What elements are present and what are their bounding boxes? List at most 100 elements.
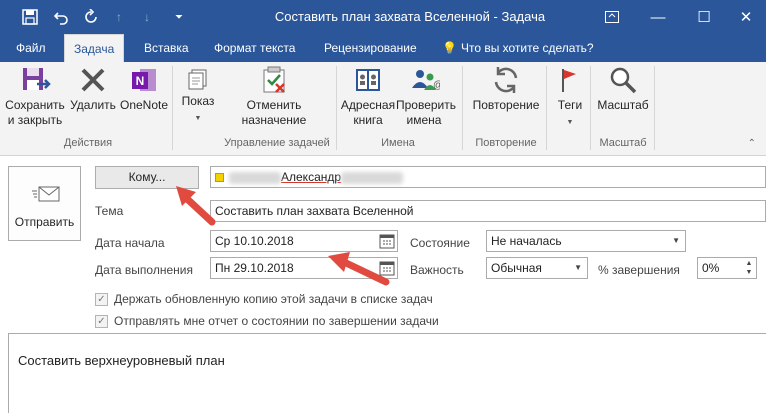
show-button[interactable]: Показ ▼ — [176, 64, 220, 126]
cancel-assignment-icon — [263, 66, 285, 93]
send-report-checkbox-row[interactable]: ✓ Отправлять мне отчет о состоянии по за… — [95, 313, 439, 329]
collapse-ribbon-icon[interactable]: ⌃ — [748, 138, 756, 149]
annotation-arrow-due-date — [328, 252, 390, 286]
window-title: Составить план захвата Вселенной - Задач… — [274, 9, 546, 24]
send-button[interactable]: Отправить — [8, 166, 81, 241]
redacted-text — [341, 171, 404, 184]
onenote-label: OneNote — [119, 98, 169, 112]
recurrence-label: Повторение — [472, 98, 540, 112]
ribbon-separator — [546, 66, 547, 150]
onenote-button[interactable]: N OneNote — [118, 64, 170, 113]
priority-label: Важность — [410, 263, 464, 277]
status-value: Не началась — [491, 234, 562, 248]
percent-complete-field[interactable]: 0% ▲ ▼ — [697, 257, 757, 279]
status-label: Состояние — [410, 236, 470, 250]
subject-label: Тема — [95, 204, 124, 218]
group-recurrence-label: Повторение — [475, 137, 537, 149]
check-names-icon: @ — [412, 70, 440, 91]
send-label: Отправить — [14, 215, 75, 229]
send-report-label: Отправлять мне отчет о состоянии по заве… — [114, 314, 439, 328]
address-book-button[interactable]: Адресная книга — [340, 64, 396, 128]
group-manage-task-label: Управление задачей — [224, 137, 330, 149]
onenote-icon: N — [132, 69, 156, 91]
refresh-icon[interactable] — [80, 6, 102, 28]
flag-icon — [562, 69, 576, 92]
customize-chevron-icon[interactable]: ⏷ — [168, 6, 190, 28]
show-caret-icon: ▼ — [194, 115, 202, 122]
spin-down-icon[interactable]: ▼ — [743, 268, 755, 277]
to-value: Александр — [281, 170, 342, 184]
cancel-assignment-label-2: назначение — [241, 113, 307, 127]
subject-field[interactable]: Составить план захвата Вселенной — [210, 200, 766, 222]
tags-button[interactable]: Теги ▼ — [550, 64, 590, 130]
send-icon — [32, 186, 60, 202]
save-close-label-2: и закрыть — [7, 113, 63, 127]
task-body-editor[interactable] — [8, 333, 766, 413]
delete-button[interactable]: Удалить — [68, 64, 118, 113]
ribbon-separator — [590, 66, 591, 150]
address-book-label-2: книга — [353, 113, 383, 127]
save-close-icon — [23, 68, 51, 90]
arrow-up-icon[interactable]: ↑ — [108, 6, 130, 28]
tab-review[interactable]: Рецензирование — [322, 34, 419, 62]
calendar-icon[interactable] — [379, 233, 395, 249]
save-icon[interactable] — [19, 6, 41, 28]
check-names-label-1: Проверить — [396, 98, 457, 112]
percent-complete-value: 0% — [702, 261, 720, 275]
priority-value: Обычная — [491, 261, 542, 275]
keep-copy-checkbox-row[interactable]: ✓ Держать обновленную копию этой задачи … — [95, 291, 433, 307]
to-field[interactable]: Александр — [210, 166, 766, 188]
recurrence-button[interactable]: Повторение — [466, 64, 546, 113]
tell-me-search[interactable]: 💡 Что вы хотите сделать? — [440, 34, 596, 62]
close-button[interactable]: ✕ — [726, 0, 766, 34]
ribbon-display-button[interactable] — [592, 0, 632, 34]
title-bar: ↑ ↓ ⏷ Составить план захвата Вселенной -… — [0, 0, 766, 34]
zoom-button[interactable]: Масштаб — [594, 64, 652, 113]
ribbon: Сохранить и закрыть Удалить N OneNote Де… — [0, 62, 766, 156]
start-date-value: Ср 10.10.2018 — [215, 234, 294, 248]
group-actions-label: Действия — [63, 137, 113, 149]
status-dropdown-icon: ▼ — [672, 236, 680, 245]
group-zoom-label: Масштаб — [599, 137, 647, 149]
tab-insert[interactable]: Вставка — [142, 34, 191, 62]
delete-icon — [81, 68, 105, 92]
task-body-text: Составить верхнеуровневый план — [18, 353, 225, 368]
tab-file[interactable]: Файл — [14, 34, 48, 62]
svg-text:@: @ — [433, 80, 440, 91]
undo-icon[interactable] — [50, 6, 72, 28]
maximize-button[interactable]: ☐ — [684, 0, 724, 34]
start-date-label: Дата начала — [95, 236, 165, 250]
zoom-label: Масштаб — [597, 98, 649, 112]
tab-format-text[interactable]: Формат текста — [212, 34, 297, 62]
tags-caret-icon: ▼ — [566, 119, 574, 126]
delete-label: Удалить — [70, 98, 116, 112]
check-names-button[interactable]: @ Проверить имена — [396, 64, 456, 128]
address-book-label-1: Адресная — [340, 98, 396, 112]
send-report-checkbox[interactable]: ✓ — [95, 314, 108, 328]
ribbon-separator — [462, 66, 463, 150]
show-icon — [188, 69, 207, 90]
group-names-label: Имена — [381, 137, 415, 149]
show-label: Показ — [181, 94, 215, 108]
arrow-down-icon[interactable]: ↓ — [136, 6, 158, 28]
save-and-close-button[interactable]: Сохранить и закрыть — [4, 64, 66, 128]
ribbon-separator — [172, 66, 173, 150]
svg-text:N: N — [136, 74, 145, 88]
keep-copy-checkbox[interactable]: ✓ — [95, 292, 108, 306]
cancel-assignment-label-1: Отменить — [246, 98, 302, 112]
zoom-icon — [610, 67, 637, 94]
tab-task[interactable]: Задача — [64, 34, 125, 63]
status-select[interactable]: Не началась ▼ — [486, 230, 686, 252]
priority-select[interactable]: Обычная ▼ — [486, 257, 588, 279]
cancel-assignment-button[interactable]: Отменить назначение — [236, 64, 312, 128]
spin-up-icon[interactable]: ▲ — [743, 259, 755, 268]
ribbon-tabs: Файл Задача Вставка Формат текста Реценз… — [0, 34, 766, 63]
recurrence-icon — [494, 67, 518, 93]
ribbon-separator — [336, 66, 337, 150]
ribbon-separator — [654, 66, 655, 150]
minimize-button[interactable]: — — [638, 0, 678, 34]
annotation-arrow-to — [176, 186, 216, 226]
save-close-label-1: Сохранить — [5, 98, 65, 112]
percent-complete-label: % завершения — [598, 263, 680, 277]
check-names-label-2: имена — [406, 113, 442, 127]
